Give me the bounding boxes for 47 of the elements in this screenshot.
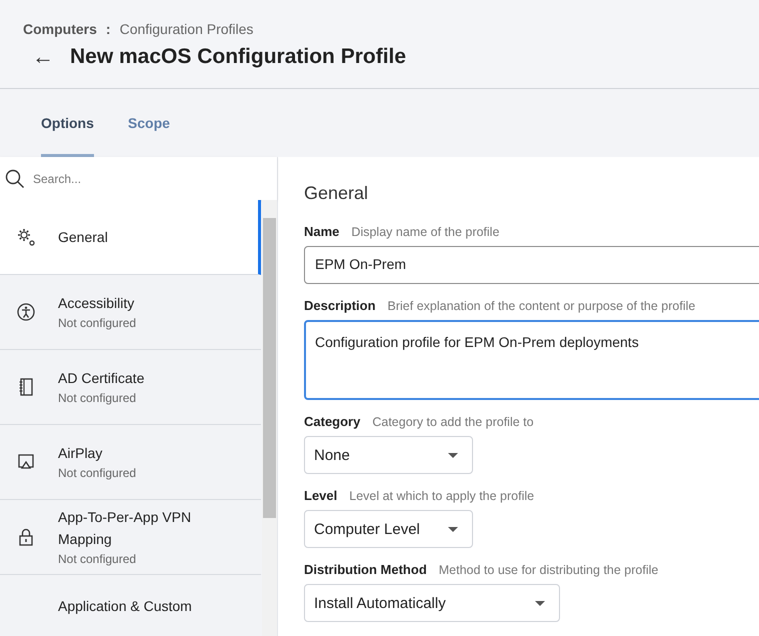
- field-hint: Brief explanation of the content or purpose of the profile: [388, 299, 696, 313]
- field-label: Category: [304, 414, 360, 429]
- item-status: Not configured: [58, 390, 138, 407]
- field-hint: Display name of the profile: [351, 225, 500, 239]
- item-label: General: [58, 228, 108, 247]
- breadcrumb-separator: :: [106, 21, 111, 37]
- item-label: Application & Custom: [58, 597, 192, 616]
- field-label: Distribution Method: [304, 562, 427, 577]
- sidebar-item[interactable]: General: [0, 200, 261, 275]
- scrollbar[interactable]: [262, 200, 277, 636]
- search-field[interactable]: Search...: [0, 157, 277, 200]
- sidebar-item[interactable]: App-To-Per-App VPN Mapping Not configured: [0, 500, 261, 575]
- dropdown[interactable]: Install Automatically: [304, 584, 560, 622]
- section-heading: General: [304, 183, 370, 204]
- dropdown[interactable]: None: [304, 436, 473, 474]
- sidebar-item[interactable]: Application & Custom: [0, 575, 261, 636]
- search-input[interactable]: Search...: [33, 164, 253, 194]
- item-label: Accessibility: [58, 294, 136, 313]
- item-label: AirPlay: [58, 444, 104, 463]
- search-icon: [5, 168, 25, 188]
- item-status: Not configured: [58, 315, 136, 332]
- breadcrumb-current: Configuration Profiles: [120, 21, 254, 37]
- text-field[interactable]: EPM On-Prem: [304, 246, 759, 284]
- field-hint: Category to add the profile to: [372, 415, 534, 429]
- field-hint: Level at which to apply the profile: [349, 489, 534, 503]
- breadcrumb-link[interactable]: Computers: [23, 21, 97, 37]
- field-hint: Method to use for distributing the profile: [438, 563, 658, 577]
- field-label: Description: [304, 298, 376, 313]
- sidebar-item[interactable]: AD Certificate Not configured: [0, 350, 261, 425]
- caret-icon: [535, 600, 545, 606]
- caret-icon: [448, 526, 458, 532]
- sidebar-item[interactable]: Accessibility Not configured: [0, 275, 261, 350]
- item-status: Not configured: [58, 465, 136, 482]
- item-label: AD Certificate: [58, 369, 144, 388]
- sidebar-item[interactable]: AirPlay Not configured: [0, 425, 261, 500]
- page-title: New macOS Configuration Profile: [70, 45, 406, 69]
- accessibility-icon: [16, 302, 36, 322]
- text-area[interactable]: Configuration profile for EPM On-Prem deployments: [304, 320, 759, 400]
- back-button[interactable]: ←: [32, 45, 54, 69]
- dropdown[interactable]: Computer Level: [304, 510, 473, 548]
- item-label: App-To-Per-App VPN Mapping: [58, 508, 192, 549]
- tab[interactable]: Scope: [128, 89, 170, 157]
- item-status: Not configured: [58, 551, 138, 568]
- field-label: Level: [304, 488, 338, 503]
- caret-icon: [448, 452, 458, 458]
- field-label: Name: [304, 224, 340, 239]
- gears-icon: [16, 227, 36, 247]
